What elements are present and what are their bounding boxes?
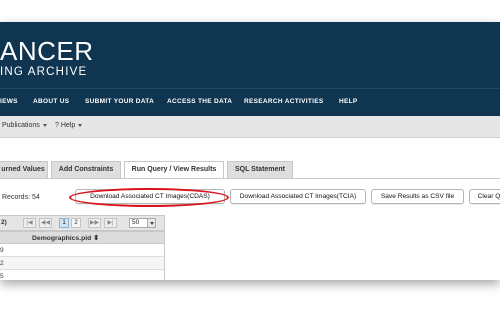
download-tcia-button[interactable]: Download Associated CT Images(TCIA) [230,189,366,204]
site-banner: ANCER ING ARCHIVE [0,22,500,88]
help-menu-label: ? Help [55,122,76,129]
query-tabs: urned Values Add Constraints Run Query /… [0,138,500,179]
publications-menu[interactable]: Publications [2,122,47,129]
column-header-demographics-pid[interactable]: Demographics.pid ⬍ [32,234,99,242]
page-size-value: 50 [132,219,140,226]
nav-item-research-activities[interactable]: RESEARCH ACTIVITIES [244,98,324,105]
page-button-2[interactable]: 2 [71,218,81,228]
table-cell: 2 [0,260,4,267]
results-pager: 2) |◀ ◀◀ 1 2 ▶▶ ▶| 50 [0,215,165,231]
pager-summary: 2) [1,219,7,226]
save-csv-button[interactable]: Save Results as CSV file [371,189,464,204]
records-count: Records: 54 [2,194,40,201]
publications-menu-label: Publications [2,122,40,129]
tab-add-constraints[interactable]: Add Constraints [51,161,121,178]
tab-divider [0,178,500,179]
first-page-button[interactable]: |◀ [23,218,36,228]
page-size-select[interactable]: 50 [129,218,156,228]
site-logo-title[interactable]: ANCER [0,36,94,67]
table-row[interactable]: 5 [0,270,165,280]
screenshot-frame: ANCER ING ARCHIVE IEWS ABOUT US SUBMIT Y… [0,22,500,280]
previous-page-button[interactable]: ◀◀ [39,218,52,228]
secondary-navigation: Publications ? Help [0,116,500,138]
chevron-down-icon [147,219,155,227]
tab-sql-statement[interactable]: SQL Statement [227,161,293,178]
clear-query-button[interactable]: Clear Q [469,189,500,204]
sort-icon: ⬍ [93,235,99,242]
nav-item-submit-your-data[interactable]: SUBMIT YOUR DATA [85,98,154,105]
next-page-button[interactable]: ▶▶ [88,218,101,228]
download-cdas-button[interactable]: Download Associated CT Images(CDAS) [75,189,225,204]
nav-item-help[interactable]: HELP [339,98,358,105]
nav-item-about-us[interactable]: ABOUT US [33,98,69,105]
page-button-1[interactable]: 1 [59,218,69,228]
nav-item-news[interactable]: IEWS [0,98,18,105]
grid-header: Demographics.pid ⬍ [0,231,165,244]
site-logo-subtitle: ING ARCHIVE [0,66,88,78]
tab-returned-values[interactable]: urned Values [0,161,48,178]
table-row[interactable]: 9 [0,244,165,257]
main-navigation: IEWS ABOUT US SUBMIT YOUR DATA ACCESS TH… [0,88,500,116]
table-cell: 5 [0,273,4,280]
column-header-label: Demographics.pid [32,235,92,242]
tab-run-query-view-results[interactable]: Run Query / View Results [124,161,224,179]
table-cell: 9 [0,247,4,254]
last-page-button[interactable]: ▶| [104,218,117,228]
chevron-down-icon [78,123,83,127]
chevron-down-icon [42,123,47,127]
nav-item-access-the-data[interactable]: ACCESS THE DATA [167,98,232,105]
help-menu[interactable]: ? Help [55,122,83,129]
table-row[interactable]: 2 [0,257,165,270]
